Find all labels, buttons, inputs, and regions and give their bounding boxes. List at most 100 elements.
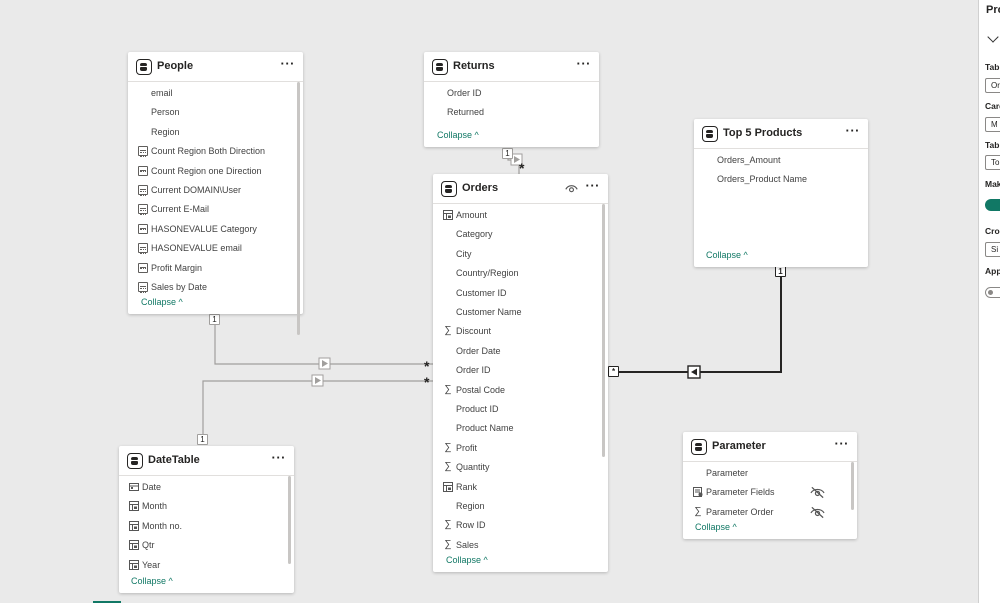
- pane-label: Tab: [985, 62, 1000, 72]
- scrollbar[interactable]: [288, 476, 291, 564]
- pane-input[interactable]: M: [985, 117, 1000, 132]
- field-label: Qtr: [142, 540, 155, 551]
- visibility-eye-icon[interactable]: [565, 182, 578, 195]
- table-card-people[interactable]: People ··· email Person Region Count Region…: [128, 52, 303, 335]
- chevron-down-icon[interactable]: [987, 31, 999, 43]
- field-row[interactable]: Category: [433, 225, 598, 244]
- model-view-canvas[interactable]: 1 * 1 * 1 * * 1 People ··· email Person Re…: [0, 0, 978, 603]
- field-row[interactable]: Orders_Amount: [694, 151, 858, 170]
- field-row[interactable]: Country/Region: [433, 264, 598, 283]
- scrollbar[interactable]: [602, 204, 605, 457]
- field-row[interactable]: Sales by Date: [128, 278, 293, 297]
- pane-input[interactable]: Si: [985, 242, 1000, 257]
- field-label: Order ID: [456, 365, 491, 376]
- table-card-header[interactable]: Orders ···: [433, 174, 608, 204]
- table-card-parameter[interactable]: Parameter ··· Parameter Parameter Fields ∑…: [683, 432, 857, 539]
- collapse-button[interactable]: Collapse ^: [437, 130, 479, 140]
- field-row[interactable]: Month no.: [119, 517, 284, 536]
- table-card-returns[interactable]: Returns ··· Order ID Returned Collapse ^: [424, 52, 599, 147]
- field-label: Profit Margin: [151, 262, 203, 273]
- field-row[interactable]: Product Name: [433, 419, 598, 438]
- table-card-header[interactable]: People ···: [128, 52, 303, 82]
- field-row[interactable]: Amount: [433, 206, 598, 225]
- field-row[interactable]: City: [433, 245, 598, 264]
- calculator-icon: [138, 185, 148, 196]
- collapse-button[interactable]: Collapse ^: [706, 250, 748, 260]
- field-row[interactable]: Person: [128, 103, 293, 122]
- table-card-header[interactable]: DateTable ···: [119, 446, 294, 476]
- field-row[interactable]: ∑ Postal Code: [433, 381, 598, 400]
- collapse-button[interactable]: Collapse ^: [141, 297, 183, 307]
- field-row[interactable]: Year: [119, 556, 284, 575]
- pane-label: Cro: [985, 226, 1000, 236]
- field-row[interactable]: Region: [128, 123, 293, 142]
- field-row[interactable]: Product ID: [433, 400, 598, 419]
- field-row[interactable]: Customer Name: [433, 303, 598, 322]
- field-row[interactable]: Count Region Both Direction: [128, 142, 293, 161]
- table-card-header[interactable]: Parameter ···: [683, 432, 857, 462]
- field-row[interactable]: Profit Margin: [128, 259, 293, 278]
- field-row[interactable]: Month: [119, 497, 284, 516]
- field-row[interactable]: Rank: [433, 478, 598, 497]
- table-icon: [702, 126, 718, 142]
- field-label: Parameter Order: [706, 506, 774, 517]
- field-row[interactable]: ∑ Parameter Order: [683, 503, 847, 522]
- field-row[interactable]: Customer ID: [433, 284, 598, 303]
- more-options-icon[interactable]: ···: [586, 178, 601, 193]
- table-card-orders[interactable]: Orders ··· Amount Category City Country/Reg…: [433, 174, 608, 572]
- field-row[interactable]: Returned: [424, 103, 589, 122]
- field-row[interactable]: Date: [119, 478, 284, 497]
- field-row[interactable]: Region: [433, 497, 598, 516]
- more-options-icon[interactable]: ···: [835, 436, 850, 451]
- field-row[interactable]: Parameter: [683, 464, 847, 483]
- table-title: Orders: [462, 182, 499, 194]
- field-row[interactable]: Current DOMAIN\User: [128, 181, 293, 200]
- collapse-button[interactable]: Collapse ^: [446, 555, 488, 565]
- field-row[interactable]: ∑ Quantity: [433, 458, 598, 477]
- collapse-button[interactable]: Collapse ^: [695, 522, 737, 532]
- calculator-icon: [138, 204, 148, 215]
- field-label: Current DOMAIN\User: [151, 185, 242, 195]
- field-row[interactable]: Orders_Product Name: [694, 170, 858, 189]
- field-row[interactable]: ∑ Profit: [433, 439, 598, 458]
- scrollbar[interactable]: [851, 462, 854, 510]
- field-row[interactable]: ∑ Discount: [433, 322, 598, 341]
- field-label: Product ID: [456, 404, 499, 414]
- toggle-switch[interactable]: [985, 199, 1000, 211]
- table-card-header[interactable]: Returns ···: [424, 52, 599, 82]
- field-label: Parameter: [706, 468, 749, 478]
- field-row[interactable]: Qtr: [119, 536, 284, 555]
- hidden-eye-icon[interactable]: [810, 485, 825, 499]
- more-options-icon[interactable]: ···: [846, 123, 861, 138]
- field-row[interactable]: ∑ Sales: [433, 536, 598, 555]
- table-icon: [441, 181, 457, 197]
- pane-input[interactable]: To: [985, 155, 1000, 170]
- field-row[interactable]: HASONEVALUE Category: [128, 220, 293, 239]
- more-options-icon[interactable]: ···: [272, 450, 287, 465]
- field-label: Person: [151, 107, 180, 118]
- field-row[interactable]: Parameter Fields: [683, 483, 847, 502]
- more-options-icon[interactable]: ···: [577, 56, 592, 71]
- table-card-datetable[interactable]: DateTable ··· Date Month Month no. Qtr Year …: [119, 446, 294, 593]
- field-row[interactable]: email: [128, 84, 293, 103]
- collapse-button[interactable]: Collapse ^: [131, 576, 173, 586]
- toggle-switch[interactable]: [985, 287, 1000, 298]
- hierarchy-icon: [129, 540, 139, 551]
- field-label: Sales by Date: [151, 282, 208, 292]
- more-options-icon[interactable]: ···: [281, 56, 296, 71]
- table-card-header[interactable]: Top 5 Products ···: [694, 119, 868, 149]
- pane-input[interactable]: Or: [985, 78, 1000, 93]
- field-label: Row ID: [456, 520, 486, 531]
- field-row[interactable]: Count Region one Direction: [128, 162, 293, 181]
- scrollbar[interactable]: [297, 82, 300, 335]
- field-row[interactable]: Order ID: [433, 361, 598, 380]
- calculator-icon: [138, 243, 148, 254]
- hidden-eye-icon[interactable]: [810, 505, 825, 519]
- field-row[interactable]: Current E-Mail: [128, 200, 293, 219]
- field-row[interactable]: Order ID: [424, 84, 589, 103]
- table-card-top5-products[interactable]: Top 5 Products ··· Orders_Amount Orders_P…: [694, 119, 868, 267]
- field-row[interactable]: HASONEVALUE email: [128, 239, 293, 258]
- field-row[interactable]: Order Date: [433, 342, 598, 361]
- field-row[interactable]: ∑ Row ID: [433, 516, 598, 535]
- pane-label: Card: [985, 101, 1000, 111]
